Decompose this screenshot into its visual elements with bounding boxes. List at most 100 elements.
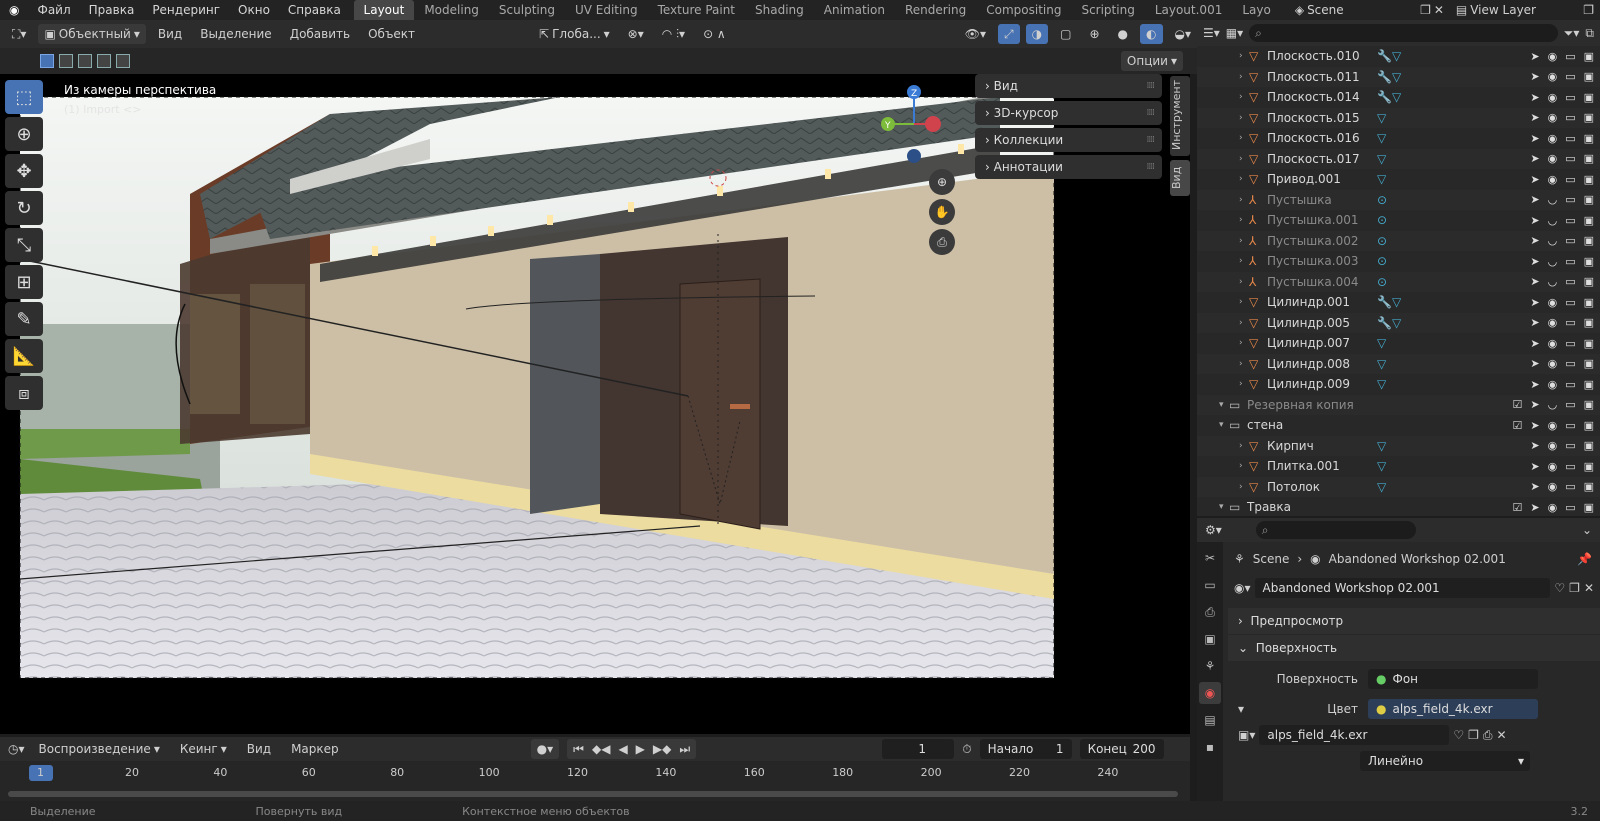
outliner-row[interactable]: ▾ ▭ Резервная копия ☑ ➤ ◡ ▭ ▣ <box>1197 394 1600 415</box>
render-toggle-icon[interactable]: ▣ <box>1584 337 1594 350</box>
viewport-toggle-icon[interactable]: ▭ <box>1565 91 1575 104</box>
pan-hand-icon[interactable]: ✋ <box>929 199 955 225</box>
timeline-scrollbar[interactable] <box>8 791 1178 797</box>
eye-icon[interactable]: ◡ <box>1548 398 1558 411</box>
checkbox-icon[interactable]: ☑ <box>1512 398 1522 411</box>
viewport-toggle-icon[interactable]: ▭ <box>1565 173 1575 186</box>
outliner-row[interactable]: › ⅄ Пустышка ⊙ ➤ ◡ ▭ ▣ <box>1197 189 1600 210</box>
render-toggle-icon[interactable]: ▣ <box>1584 214 1594 227</box>
tab-view[interactable]: Вид <box>1170 160 1190 196</box>
chevron-right-icon[interactable]: › <box>1239 318 1249 328</box>
eye-icon[interactable]: ◡ <box>1548 214 1558 227</box>
chevron-down-icon[interactable]: ▾ <box>1219 420 1229 430</box>
viewport-toggle-icon[interactable]: ▭ <box>1565 501 1575 514</box>
tab-layout-overflow[interactable]: Layo <box>1232 0 1280 20</box>
checkbox-icon[interactable]: ☑ <box>1512 501 1522 514</box>
render-toggle-icon[interactable]: ▣ <box>1584 378 1594 391</box>
render-toggle-icon[interactable]: ▣ <box>1584 91 1594 104</box>
stopwatch-icon[interactable]: ⏱ <box>962 742 971 757</box>
camera-view-icon[interactable]: ⎙ <box>929 229 955 255</box>
viewport-toggle-icon[interactable]: ▭ <box>1565 316 1575 329</box>
eye-icon[interactable]: ◉ <box>1548 316 1558 329</box>
menu-playback[interactable]: Воспроизведение ▾ <box>33 739 166 759</box>
outliner-row[interactable]: › ▽ Плоскость.016 ▽ ➤ ◉ ▭ ▣ <box>1197 128 1600 149</box>
outliner-item-name[interactable]: Цилиндр.001 <box>1267 295 1377 309</box>
panel-view[interactable]: › Вид ⁞⁞⁞⁞ <box>975 74 1162 98</box>
drag-handle-icon[interactable]: ⁞⁞⁞⁞ <box>1147 108 1156 118</box>
outliner-row[interactable]: › ▽ Плоскость.014 🔧▽ ➤ ◉ ▭ ▣ <box>1197 87 1600 108</box>
outliner-row[interactable]: › ▽ Цилиндр.009 ▽ ➤ ◉ ▭ ▣ <box>1197 374 1600 395</box>
outliner-item-name[interactable]: Плоскость.014 <box>1267 90 1377 104</box>
select-toggle-icon[interactable]: ➤ <box>1530 419 1539 432</box>
chevron-right-icon[interactable]: › <box>1239 174 1249 184</box>
viewport-toggle-icon[interactable]: ▭ <box>1565 398 1575 411</box>
eye-icon[interactable]: ◉ <box>1548 480 1558 493</box>
shading-wireframe-icon[interactable]: ⊕ <box>1083 24 1105 44</box>
viewport-toggle-icon[interactable]: ▭ <box>1565 275 1575 288</box>
chevron-right-icon[interactable]: › <box>1239 92 1249 102</box>
jump-end-icon[interactable]: ⏭ <box>679 742 690 757</box>
select-toggle-icon[interactable]: ➤ <box>1530 378 1539 391</box>
menu-select[interactable]: Выделение <box>194 24 277 44</box>
tab-shading[interactable]: Shading <box>745 0 814 20</box>
render-toggle-icon[interactable]: ▣ <box>1584 173 1594 186</box>
chevron-down-icon[interactable]: ▾ <box>1228 702 1248 716</box>
render-toggle-icon[interactable]: ▣ <box>1584 111 1594 124</box>
select-toggle-icon[interactable]: ➤ <box>1530 214 1539 227</box>
zoom-icon[interactable]: ⊕ <box>929 169 955 195</box>
outliner-row[interactable]: › ▽ Плоскость.010 🔧▽ ➤ ◉ ▭ ▣ <box>1197 46 1600 67</box>
outliner-row[interactable]: › ▽ Кирпич ▽ ➤ ◉ ▭ ▣ <box>1197 435 1600 456</box>
play-icon[interactable]: ▶ <box>636 742 645 756</box>
outliner-item-name[interactable]: Плоскость.016 <box>1267 131 1377 145</box>
outliner-row[interactable]: › ▽ Плоскость.017 ▽ ➤ ◉ ▭ ▣ <box>1197 148 1600 169</box>
viewport-toggle-icon[interactable]: ▭ <box>1565 378 1575 391</box>
render-toggle-icon[interactable]: ▣ <box>1584 234 1594 247</box>
eye-icon[interactable]: ◉ <box>1548 460 1558 473</box>
render-toggle-icon[interactable]: ▣ <box>1584 132 1594 145</box>
scene-selector[interactable]: ◈ Scene ❐ ✕ <box>1289 0 1450 20</box>
viewport-toggle-icon[interactable]: ▭ <box>1565 50 1575 63</box>
eye-icon[interactable]: ◉ <box>1548 419 1558 432</box>
output-tab-icon[interactable]: ⎙ <box>1199 601 1221 623</box>
new-collection-icon[interactable]: ⧉ <box>1585 26 1594 41</box>
menu-keying[interactable]: Кеинг ▾ <box>174 739 233 759</box>
eye-icon[interactable]: ◉ <box>1548 50 1558 63</box>
outliner-row[interactable]: › ▽ Цилиндр.008 ▽ ➤ ◉ ▭ ▣ <box>1197 353 1600 374</box>
viewport-toggle-icon[interactable]: ▭ <box>1565 111 1575 124</box>
chevron-right-icon[interactable]: › <box>1239 215 1249 225</box>
chevron-down-icon[interactable]: ▾ <box>1219 400 1229 410</box>
chevron-right-icon[interactable]: › <box>1239 461 1249 471</box>
options-dropdown[interactable]: Опции ▾ <box>1120 51 1183 71</box>
select-toggle-icon[interactable]: ➤ <box>1530 480 1539 493</box>
properties-search-input[interactable]: ⌕ <box>1255 521 1416 539</box>
eye-icon[interactable]: ◉ <box>1548 378 1558 391</box>
eye-icon[interactable]: ◉ <box>1548 439 1558 452</box>
chevron-right-icon[interactable]: › <box>1239 482 1249 492</box>
add-cube-icon[interactable]: ⧈ <box>5 376 43 410</box>
render-toggle-icon[interactable]: ▣ <box>1584 255 1594 268</box>
start-frame-field[interactable]: Начало 1 <box>979 739 1072 759</box>
chevron-right-icon[interactable]: › <box>1239 236 1249 246</box>
panel-surface[interactable]: ⌄ Поверхность <box>1228 635 1600 661</box>
pivot-icon[interactable]: ⊗▾ <box>622 24 650 44</box>
world-name-field[interactable]: Abandoned Workshop 02.001 <box>1254 578 1551 598</box>
outliner-search-input[interactable]: ⌕ <box>1249 24 1558 42</box>
shading-solid-icon[interactable]: ● <box>1112 24 1134 44</box>
display-mode-icon[interactable]: ▦▾ <box>1226 26 1243 40</box>
annotate-icon[interactable]: ✎ <box>5 302 43 336</box>
chevron-right-icon[interactable]: › <box>1239 113 1249 123</box>
render-toggle-icon[interactable]: ▣ <box>1584 296 1594 309</box>
chevron-right-icon[interactable]: › <box>1239 133 1249 143</box>
tab-modeling[interactable]: Modeling <box>414 0 489 20</box>
menu-help[interactable]: Справка <box>279 0 350 20</box>
view-layer-tab-icon[interactable]: ▣ <box>1199 628 1221 650</box>
outliner-row[interactable]: › ⅄ Пустышка.004 ⊙ ➤ ◡ ▭ ▣ <box>1197 271 1600 292</box>
render-toggle-icon[interactable]: ▣ <box>1584 480 1594 493</box>
tab-sculpting[interactable]: Sculpting <box>489 0 565 20</box>
tab-rendering[interactable]: Rendering <box>895 0 976 20</box>
viewport-toggle-icon[interactable]: ▭ <box>1565 439 1575 452</box>
chevron-right-icon[interactable]: › <box>1239 277 1249 287</box>
render-toggle-icon[interactable]: ▣ <box>1584 357 1594 370</box>
select-toggle-icon[interactable]: ➤ <box>1530 173 1539 186</box>
color-input-field[interactable]: ● alps_field_4k.exr <box>1368 699 1538 719</box>
